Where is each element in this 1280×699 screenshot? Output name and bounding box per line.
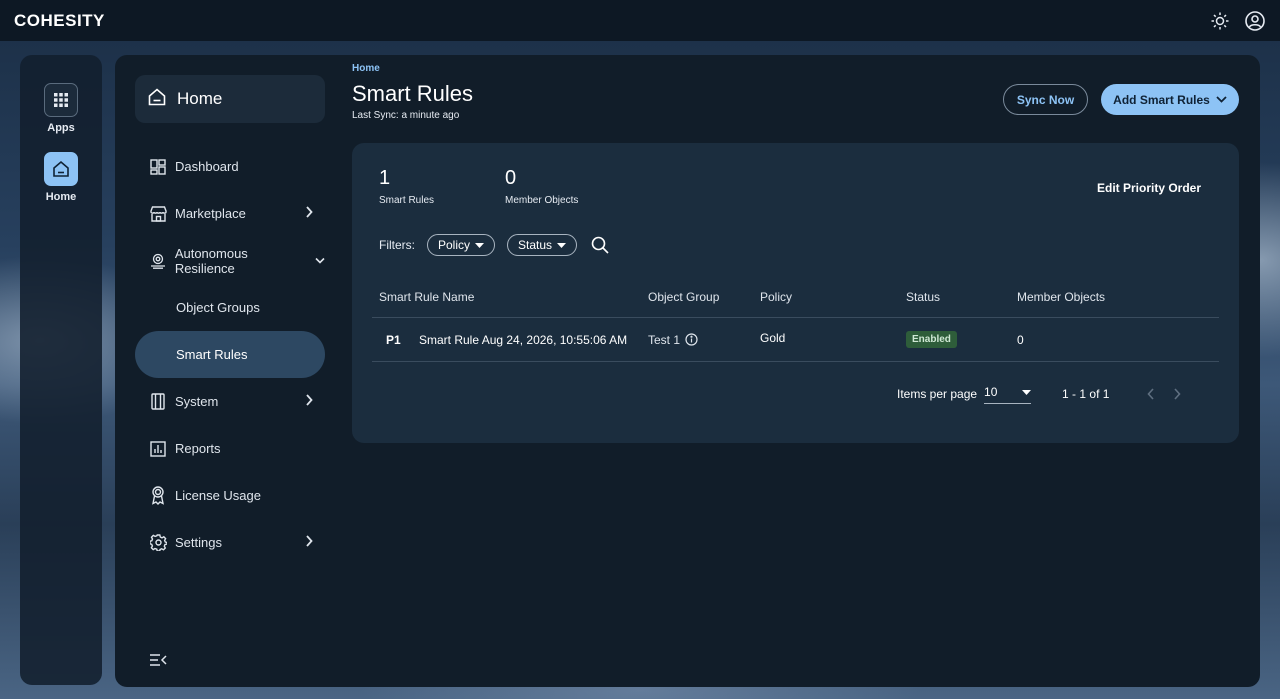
caret-down-icon: [1022, 389, 1032, 395]
smart-rules-table: Smart Rule Name Object Group Policy Stat…: [372, 276, 1219, 362]
dashboard-icon: [149, 158, 167, 176]
column-header-object-group[interactable]: Object Group: [648, 276, 719, 317]
rail-item-home[interactable]: Home: [44, 152, 78, 203]
sync-now-button[interactable]: Sync Now: [1003, 84, 1088, 115]
column-header-policy[interactable]: Policy: [760, 276, 792, 317]
sidebar-item-label: Dashboard: [175, 159, 239, 174]
rail-label-apps: Apps: [47, 122, 75, 134]
sidebar-item-label: Autonomous Resilience: [174, 245, 248, 276]
resilience-icon: [149, 252, 167, 270]
table-row[interactable]: P1 Smart Rule Aug 24, 2026, 10:55:06 AM …: [372, 318, 1219, 362]
store-icon: [149, 205, 167, 223]
items-per-page-select[interactable]: 10: [984, 384, 1032, 404]
main-shell: Home Dashboard Marketplace Autonomous Re…: [115, 55, 1260, 687]
page-range: 1 - 1 of 1: [1062, 387, 1110, 401]
theme-toggle-sun-icon[interactable]: [1210, 11, 1230, 31]
chevron-right-icon: [305, 206, 313, 221]
collapse-nav-icon[interactable]: [149, 653, 167, 672]
paginator: Items per page 10 1 - 1 of 1: [897, 384, 1181, 404]
smart-rules-card: 1 Smart Rules 0 Member Objects Edit Prio…: [352, 143, 1239, 443]
items-per-page-value: 10: [984, 385, 998, 399]
cohesity-logo[interactable]: COHESITY: [14, 11, 105, 31]
sidebar-item-label: License Usage: [175, 488, 261, 503]
search-icon[interactable]: [591, 236, 609, 254]
rail-item-apps[interactable]: Apps: [44, 83, 78, 134]
column-header-name[interactable]: Smart Rule Name: [379, 276, 474, 317]
nav-home[interactable]: Home: [135, 75, 325, 123]
top-bar: COHESITY: [0, 0, 1280, 41]
last-sync-text: Last Sync: a minute ago: [352, 110, 460, 121]
chip-label: Status: [518, 238, 553, 252]
column-header-member-objects[interactable]: Member Objects: [1017, 276, 1105, 317]
system-icon: [149, 393, 167, 411]
sidebar-item-system[interactable]: System: [135, 378, 325, 425]
object-group-name[interactable]: Test 1: [648, 333, 680, 347]
status-cell: Enabled: [906, 318, 957, 361]
stat-value: 0: [505, 167, 517, 189]
object-group-cell: Test 1: [648, 318, 698, 361]
stat-value: 1: [379, 167, 391, 189]
stat-member-objects: 0 Member Objects: [505, 167, 578, 206]
sidebar-item-autonomous-resilience[interactable]: Autonomous Resilience: [135, 237, 325, 284]
home-icon: [147, 87, 167, 112]
sidebar-item-settings[interactable]: Settings: [135, 519, 325, 566]
priority-label: P1: [386, 332, 401, 347]
stat-label: Smart Rules: [379, 195, 435, 206]
add-smart-rules-label: Add Smart Rules: [1113, 92, 1210, 107]
chevron-right-icon: [305, 394, 313, 409]
sidebar-item-label: System: [175, 394, 219, 409]
sidebar-item-label: Marketplace: [175, 206, 246, 221]
policy-cell: Gold: [760, 330, 786, 345]
stat-label: Member Objects: [505, 195, 579, 206]
table-header: Smart Rule Name Object Group Policy Stat…: [372, 276, 1219, 318]
sidebar-item-label: Smart Rules: [176, 347, 248, 362]
sidebar-item-smart-rules[interactable]: Smart Rules: [135, 331, 325, 378]
sidebar-item-marketplace[interactable]: Marketplace: [135, 190, 325, 237]
caret-down-icon: [557, 242, 567, 248]
filters-bar: Filters: Policy Status: [379, 234, 609, 256]
sidebar-item-dashboard[interactable]: Dashboard: [135, 143, 325, 190]
side-nav: Home Dashboard Marketplace Autonomous Re…: [135, 75, 325, 566]
sidebar-item-label: Reports: [175, 441, 221, 456]
chip-label: Policy: [438, 238, 471, 252]
page-title: Smart Rules: [352, 81, 474, 106]
edit-priority-order-button[interactable]: Edit Priority Order: [1097, 181, 1201, 195]
caret-down-icon: [475, 242, 485, 248]
rail-label-home: Home: [45, 191, 77, 203]
info-icon[interactable]: [685, 333, 698, 346]
chevron-right-icon: [305, 535, 313, 550]
next-page-icon[interactable]: [1173, 388, 1181, 400]
reports-icon: [149, 440, 167, 458]
chevron-down-icon: [1216, 96, 1227, 103]
sidebar-item-label: Settings: [175, 535, 222, 550]
home-icon: [44, 152, 78, 186]
app-rail: Apps Home: [20, 55, 102, 685]
user-account-icon[interactable]: [1244, 10, 1266, 32]
sidebar-item-label: Object Groups: [176, 300, 260, 315]
filters-label: Filters:: [379, 238, 415, 252]
items-per-page-label: Items per page: [897, 387, 978, 401]
stat-smart-rules: 1 Smart Rules: [379, 167, 434, 206]
gear-icon: [149, 534, 167, 552]
add-smart-rules-button[interactable]: Add Smart Rules: [1101, 84, 1239, 115]
license-icon: [149, 486, 167, 505]
apps-grid-icon: [44, 83, 78, 117]
member-objects-cell: 0: [1017, 332, 1024, 347]
nav-home-label: Home: [177, 89, 223, 108]
breadcrumb[interactable]: Home: [352, 63, 380, 74]
previous-page-icon[interactable]: [1147, 388, 1155, 400]
sidebar-item-reports[interactable]: Reports: [135, 425, 325, 472]
status-filter-chip[interactable]: Status: [507, 234, 578, 256]
policy-filter-chip[interactable]: Policy: [427, 234, 496, 256]
sidebar-item-license-usage[interactable]: License Usage: [135, 472, 325, 519]
status-badge: Enabled: [906, 331, 957, 348]
sidebar-item-object-groups[interactable]: Object Groups: [135, 284, 325, 331]
chevron-down-icon: [315, 257, 325, 264]
smart-rule-name[interactable]: Smart Rule Aug 24, 2026, 10:55:06 AM: [419, 318, 627, 361]
column-header-status[interactable]: Status: [906, 276, 940, 317]
